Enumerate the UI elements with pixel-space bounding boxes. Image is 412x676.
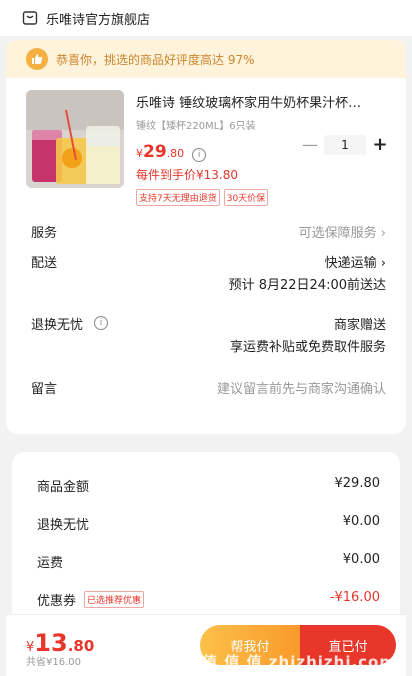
shipping-value: ¥0.00	[342, 552, 380, 567]
return-row[interactable]: 退换无忧 i 商家赠送 享运费补贴或免费取件服务	[26, 314, 386, 358]
product-item[interactable]: 乐唯诗 锤纹玻璃杯家用牛奶杯果汁杯… 锤纹【矮杯220ML】6只装 ¥ 29 .…	[26, 90, 388, 206]
delivery-row[interactable]: 配送 快递运输 › 预计 8月22日24:00前送达	[26, 252, 386, 296]
tag-price-protect: 30天价保	[223, 189, 269, 206]
service-row[interactable]: 服务 可选保障服务 ›	[26, 222, 386, 242]
shop-icon	[22, 11, 38, 25]
service-label: 服务	[31, 226, 58, 241]
goods-amount-label: 商品金额	[37, 480, 90, 495]
goods-amount-value: ¥29.80	[334, 476, 381, 491]
return-value: 商家赠送	[333, 318, 386, 333]
tag-return: 支持7天无理由退货	[136, 189, 220, 206]
product-tags: 支持7天无理由退货 30天价保	[136, 189, 388, 206]
coupon-value[interactable]: -¥16.00	[330, 590, 380, 605]
price-integer: 29	[143, 142, 167, 162]
decrease-button[interactable]: —	[302, 135, 318, 154]
order-card: 乐唯诗 锤纹玻璃杯家用牛奶杯果汁杯… 锤纹【矮杯220ML】6只装 ¥ 29 .…	[6, 78, 406, 434]
shipping-label: 运费	[37, 556, 64, 571]
product-title[interactable]: 乐唯诗 锤纹玻璃杯家用牛奶杯果汁杯…	[136, 92, 388, 111]
praise-banner: 恭喜你，挑选的商品好评度高达 97%	[6, 40, 406, 78]
message-row[interactable]: 留言 建议留言前先与商家沟通确认	[26, 378, 386, 398]
praise-text: 恭喜你，挑选的商品好评度高达 97%	[56, 52, 255, 67]
price-currency: ¥	[136, 147, 143, 160]
price-decimal: .80	[166, 147, 185, 160]
delivery-value[interactable]: 快递运输 ›	[325, 252, 386, 271]
watermark: 值 值 值 zhizhizhi.com	[202, 653, 396, 671]
quantity-input[interactable]: 1	[324, 134, 366, 155]
increase-button[interactable]: +	[372, 134, 388, 155]
service-value[interactable]: 可选保障服务 ›	[299, 222, 386, 241]
thumbs-up-icon	[26, 48, 48, 70]
checkout-bar: ¥ 13 .80 共省¥16.00 帮我付 直已付 值 值 值 zhizhizh…	[6, 614, 406, 676]
return-fee-label: 退换无忧	[37, 518, 90, 533]
price-info-icon[interactable]: i	[192, 148, 207, 162]
saved-amount: 共省¥16.00	[26, 657, 81, 668]
coupon-label: 优惠券	[37, 594, 77, 609]
message-label: 留言	[31, 382, 58, 397]
product-spec[interactable]: 锤纹【矮杯220ML】6只装	[136, 117, 388, 132]
per-item-price: 每件到手价¥13.80	[136, 168, 238, 182]
shop-name: 乐唯诗官方旗舰店	[46, 12, 151, 28]
return-desc: 享运费补贴或免费取件服务	[229, 340, 386, 355]
return-info-icon[interactable]: i	[94, 316, 108, 330]
message-input[interactable]: 建议留言前先与商家沟通确认	[217, 378, 386, 397]
product-thumbnail[interactable]	[26, 90, 124, 188]
coupon-badge: 已选推荐优惠	[84, 591, 145, 608]
delivery-eta: 预计 8月22日24:00前送达	[228, 278, 386, 293]
return-fee-value: ¥0.00	[342, 514, 380, 529]
delivery-label: 配送	[31, 256, 58, 271]
return-label: 退换无忧	[31, 318, 84, 333]
quantity-stepper[interactable]: — 1 +	[302, 134, 388, 155]
shop-header[interactable]: 乐唯诗官方旗舰店	[0, 0, 412, 36]
